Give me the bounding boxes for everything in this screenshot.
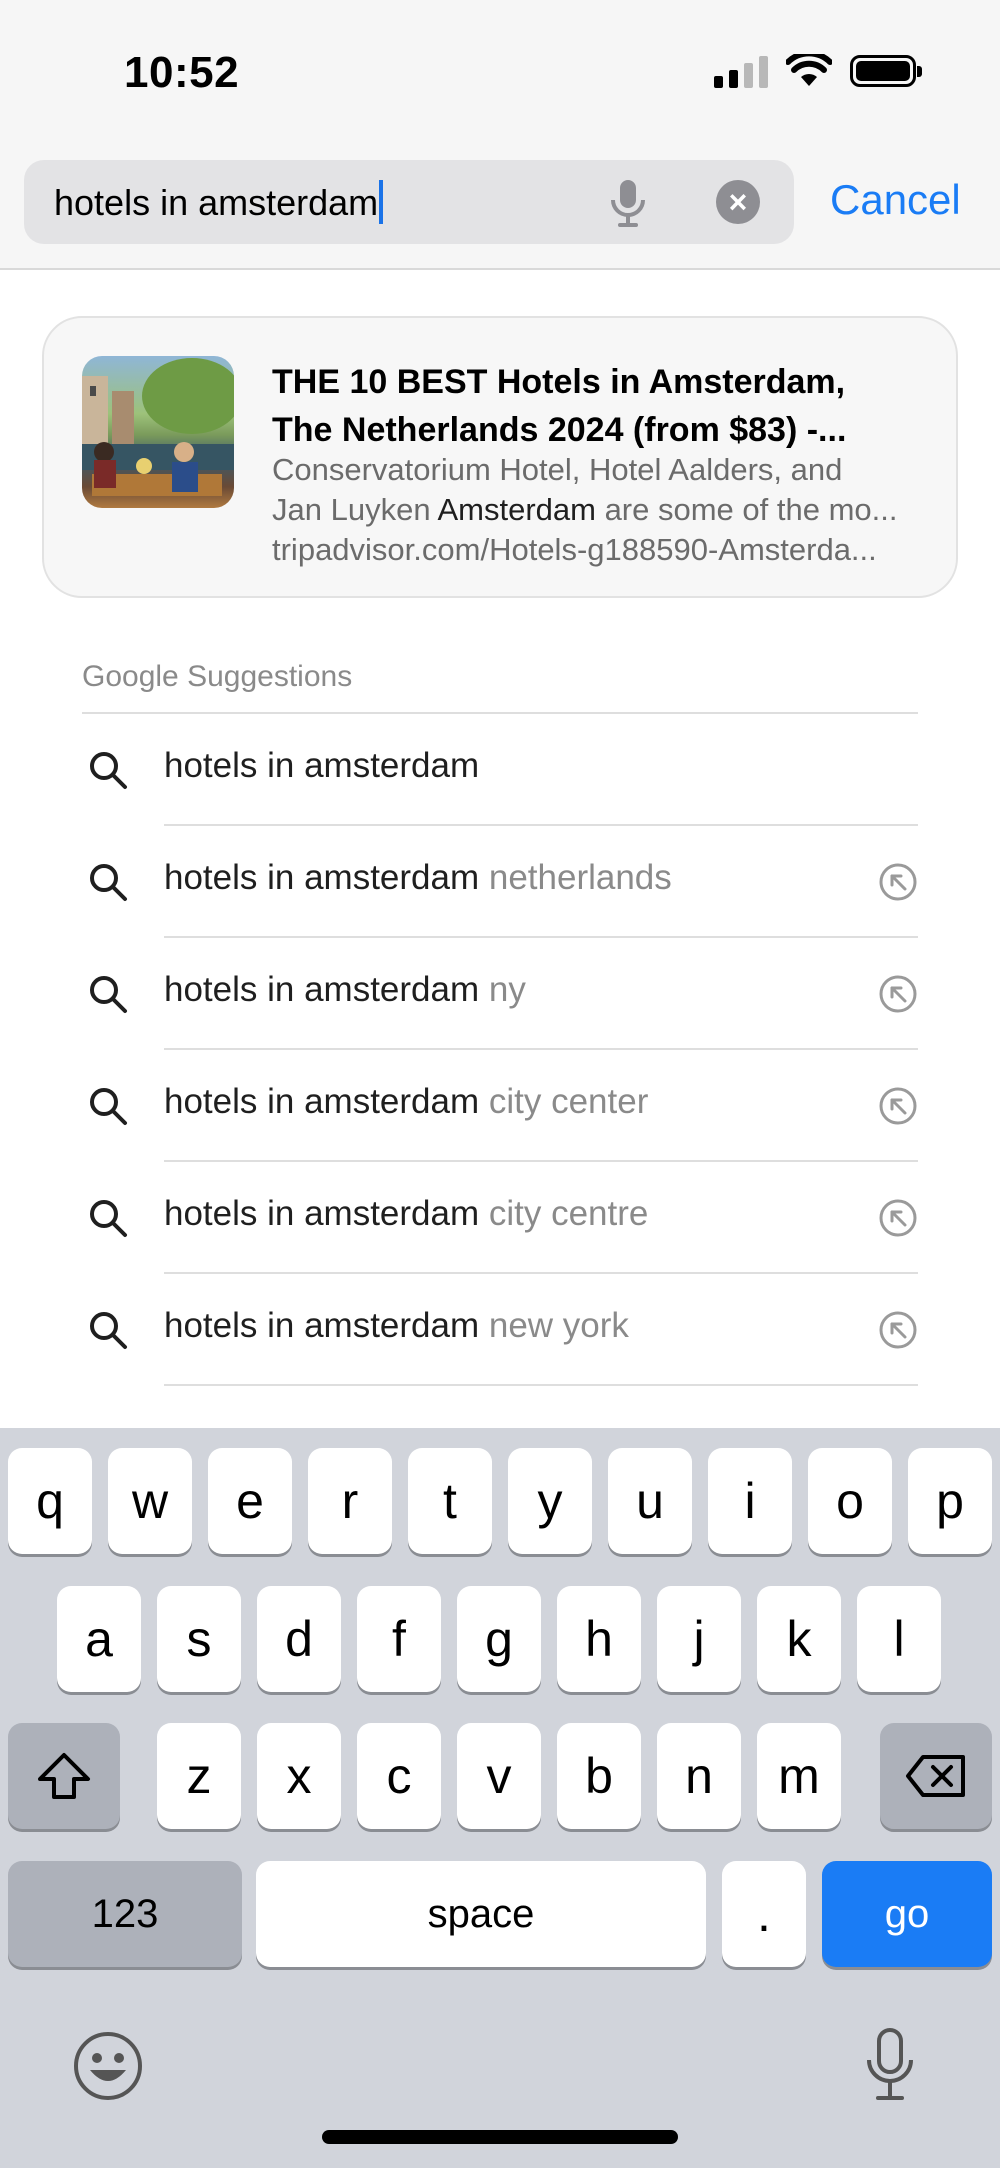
key-q[interactable]: q <box>8 1448 92 1554</box>
search-icon <box>90 752 127 789</box>
shift-key[interactable] <box>8 1723 120 1829</box>
cancel-button[interactable]: Cancel <box>830 176 961 224</box>
numbers-key[interactable]: 123 <box>8 1861 242 1967</box>
microphone-icon[interactable] <box>606 178 650 228</box>
result-url: tripadvisor.com/Hotels-g188590-Amsterda.… <box>272 532 877 567</box>
key-l[interactable]: l <box>857 1586 941 1692</box>
search-icon <box>90 864 127 901</box>
suggestion-text[interactable]: hotels in amsterdam netherlands <box>164 858 672 898</box>
suggestion-row[interactable]: hotels in amsterdam <box>0 714 1000 826</box>
result-thumbnail <box>82 356 234 508</box>
key-w[interactable]: w <box>108 1448 192 1554</box>
search-input-value[interactable]: hotels in amsterdam <box>54 180 384 224</box>
search-header: 10:52 hotels in amsterdam × Cancel <box>0 0 1000 270</box>
battery-icon <box>850 55 922 87</box>
key-n[interactable]: n <box>657 1723 741 1829</box>
search-icon <box>90 1200 127 1237</box>
key-m[interactable]: m <box>757 1723 841 1829</box>
top-result-card[interactable]: THE 10 BEST Hotels in Amsterdam, The Net… <box>42 316 958 598</box>
key-k[interactable]: k <box>757 1586 841 1692</box>
suggestion-row[interactable]: hotels in amsterdam netherlands <box>0 826 1000 938</box>
fill-suggestion-icon[interactable] <box>878 974 918 1014</box>
fill-suggestion-icon[interactable] <box>878 862 918 902</box>
key-x[interactable]: x <box>257 1723 341 1829</box>
search-icon <box>90 1312 127 1349</box>
key-y[interactable]: y <box>508 1448 592 1554</box>
result-snippet: Conservatorium Hotel, Hotel Aalders, and… <box>272 450 932 570</box>
go-button[interactable]: go <box>822 1861 992 1967</box>
key-z[interactable]: z <box>157 1723 241 1829</box>
status-icons <box>714 54 922 88</box>
search-icon <box>90 1088 127 1125</box>
key-i[interactable]: i <box>708 1448 792 1554</box>
suggestions-header: Google Suggestions <box>82 660 353 693</box>
search-input[interactable]: hotels in amsterdam × <box>24 160 794 244</box>
key-h[interactable]: h <box>557 1586 641 1692</box>
key-p[interactable]: p <box>908 1448 992 1554</box>
key-j[interactable]: j <box>657 1586 741 1692</box>
key-d[interactable]: d <box>257 1586 341 1692</box>
key-c[interactable]: c <box>357 1723 441 1829</box>
suggestion-row[interactable]: hotels in amsterdam city centre <box>0 1162 1000 1274</box>
divider <box>164 1384 918 1386</box>
key-v[interactable]: v <box>457 1723 541 1829</box>
fill-suggestion-icon[interactable] <box>878 1198 918 1238</box>
backspace-key[interactable] <box>880 1723 992 1829</box>
emoji-icon[interactable] <box>72 2030 144 2102</box>
fill-suggestion-icon[interactable] <box>878 1086 918 1126</box>
clear-icon[interactable]: × <box>716 180 760 224</box>
suggestion-row[interactable]: hotels in amsterdam ny <box>0 938 1000 1050</box>
key-r[interactable]: r <box>308 1448 392 1554</box>
backspace-icon <box>906 1755 965 1797</box>
safari-search-screen: 10:52 hotels in amsterdam × Cancel THE 1… <box>0 0 1000 2168</box>
suggestion-text[interactable]: hotels in amsterdam <box>164 746 479 786</box>
text-caret <box>379 180 384 224</box>
key-e[interactable]: e <box>208 1448 292 1554</box>
suggestion-text[interactable]: hotels in amsterdam city centre <box>164 1194 648 1234</box>
suggestion-text[interactable]: hotels in amsterdam city center <box>164 1082 648 1122</box>
result-title[interactable]: THE 10 BEST Hotels in Amsterdam, The Net… <box>272 358 932 454</box>
suggestion-text[interactable]: hotels in amsterdam ny <box>164 970 526 1010</box>
period-key[interactable]: . <box>722 1861 806 1967</box>
key-u[interactable]: u <box>608 1448 692 1554</box>
key-f[interactable]: f <box>357 1586 441 1692</box>
dictation-icon[interactable] <box>862 2026 918 2106</box>
shift-icon <box>38 1753 90 1799</box>
suggestion-list: hotels in amsterdam hotels in amsterdam n… <box>0 714 1000 1386</box>
cellular-signal-icon <box>714 54 768 88</box>
key-t[interactable]: t <box>408 1448 492 1554</box>
status-time: 10:52 <box>124 48 240 97</box>
key-a[interactable]: a <box>57 1586 141 1692</box>
space-key[interactable]: space <box>256 1861 706 1967</box>
suggestion-row[interactable]: hotels in amsterdam new york <box>0 1274 1000 1386</box>
suggestion-row[interactable]: hotels in amsterdam city center <box>0 1050 1000 1162</box>
suggestion-text[interactable]: hotels in amsterdam new york <box>164 1306 629 1346</box>
fill-suggestion-icon[interactable] <box>878 1310 918 1350</box>
wifi-icon <box>786 54 832 86</box>
search-icon <box>90 976 127 1013</box>
home-indicator[interactable] <box>322 2130 678 2144</box>
key-b[interactable]: b <box>557 1723 641 1829</box>
keyboard: q w e r t y u i o p a s d f g h j k l z x c v b n m 123 space. go <box>0 1428 1000 2168</box>
key-g[interactable]: g <box>457 1586 541 1692</box>
key-s[interactable]: s <box>157 1586 241 1692</box>
key-o[interactable]: o <box>808 1448 892 1554</box>
